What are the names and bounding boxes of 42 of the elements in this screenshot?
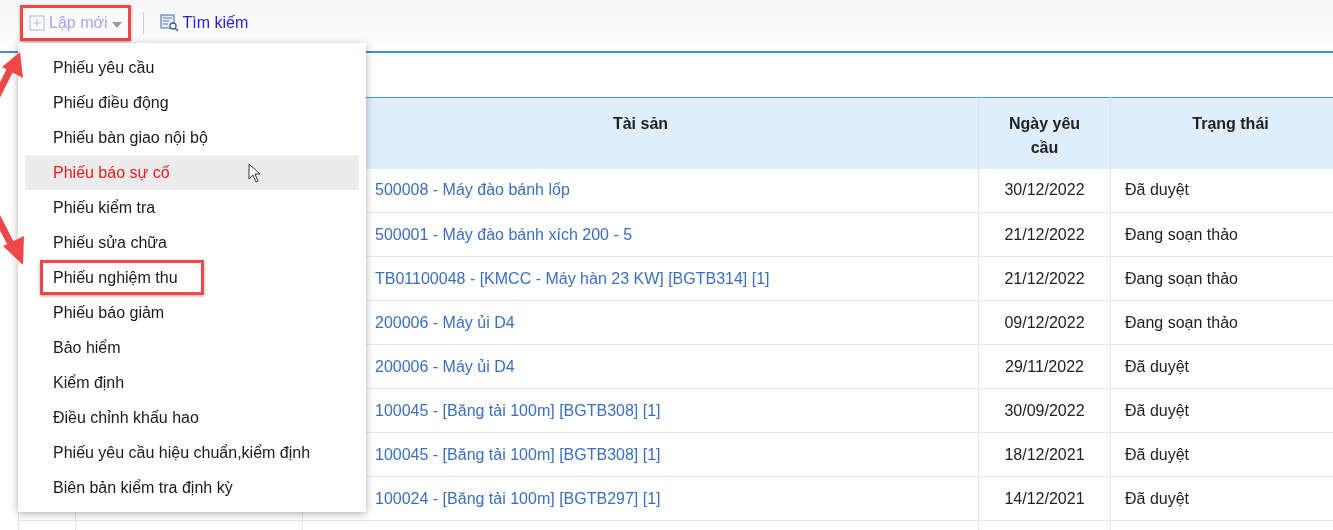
table-cell: Đã duyệt: [1110, 432, 1333, 477]
menu-item[interactable]: Kiểm định: [25, 365, 359, 400]
search-icon: [159, 14, 179, 32]
table-cell: Đang soạn thảo: [1110, 256, 1333, 301]
menu-item[interactable]: Biên bản kiểm tra định kỳ: [25, 470, 359, 505]
asset-link[interactable]: 100045 - [Băng tải 100m] [BGTB308] [1]: [375, 445, 661, 463]
menu-item[interactable]: Phiếu sửa chữa: [25, 225, 359, 260]
search-button[interactable]: Tìm kiếm: [155, 9, 253, 37]
table-cell: 21/12/2022: [978, 212, 1111, 257]
menu-item[interactable]: Điều chỉnh khấu hao: [25, 400, 359, 435]
asset-link[interactable]: 200006 - Máy ủi D4: [375, 357, 515, 375]
menu-item[interactable]: Bảo hiểm: [25, 330, 359, 365]
table-cell: 14/12/2021: [978, 476, 1111, 521]
table-cell: 30/09/2022: [978, 388, 1111, 433]
column-header: Trạng thái: [1110, 97, 1333, 169]
table-cell: 29/11/2022: [978, 344, 1111, 389]
table-cell: Đã duyệt: [1110, 168, 1333, 213]
menu-item[interactable]: Phiếu yêu cầu: [25, 50, 359, 85]
menu-item[interactable]: Phiếu báo sự cố: [25, 155, 359, 190]
asset-link[interactable]: 500001 - Máy đào bánh xích 200 - 5: [375, 225, 633, 243]
table-cell: Đã duyệt: [1110, 344, 1333, 389]
asset-link[interactable]: TB01100048 - [KMCC - Máy hàn 23 KW] [BGTB314] [1]: [375, 269, 770, 287]
asset-link[interactable]: 100024 - [Băng tải 100m] [BGTB297] [1]: [375, 489, 661, 507]
table-cell: Đã duyệt: [1110, 388, 1333, 433]
caret-icon: [111, 22, 122, 28]
table-cell: 09/12/2022: [978, 300, 1111, 345]
menu-item[interactable]: Phiếu yêu cầu hiệu chuẩn,kiểm định: [25, 435, 359, 470]
table-cell: Đang soạn thảo: [1110, 300, 1333, 345]
table-cell: 21/12/2022: [978, 256, 1111, 301]
column-header: Ngày yêu cầu: [978, 97, 1111, 169]
asset-link[interactable]: 100045 - [Băng tải 100m] [BGTB308] [1]: [375, 401, 661, 419]
asset-link[interactable]: 200006 - Máy ủi D4: [375, 313, 515, 331]
asset-link[interactable]: 500008 - Máy đào bánh lốp: [375, 181, 570, 199]
table-cell: Đang soạn thảo: [1110, 212, 1333, 257]
menu-item[interactable]: Phiếu kiểm tra: [25, 190, 359, 225]
menu-item[interactable]: Phiếu báo giảm: [25, 295, 359, 330]
plus-icon: [29, 15, 45, 31]
table-cell: 30/12/2022: [978, 168, 1111, 213]
menu-item[interactable]: Phiếu nghiệm thu: [25, 260, 359, 295]
mouse-cursor-icon: [248, 163, 262, 183]
table-cell: 18/12/2021: [978, 432, 1111, 477]
table-cell: Đã duyệt: [1110, 476, 1333, 521]
